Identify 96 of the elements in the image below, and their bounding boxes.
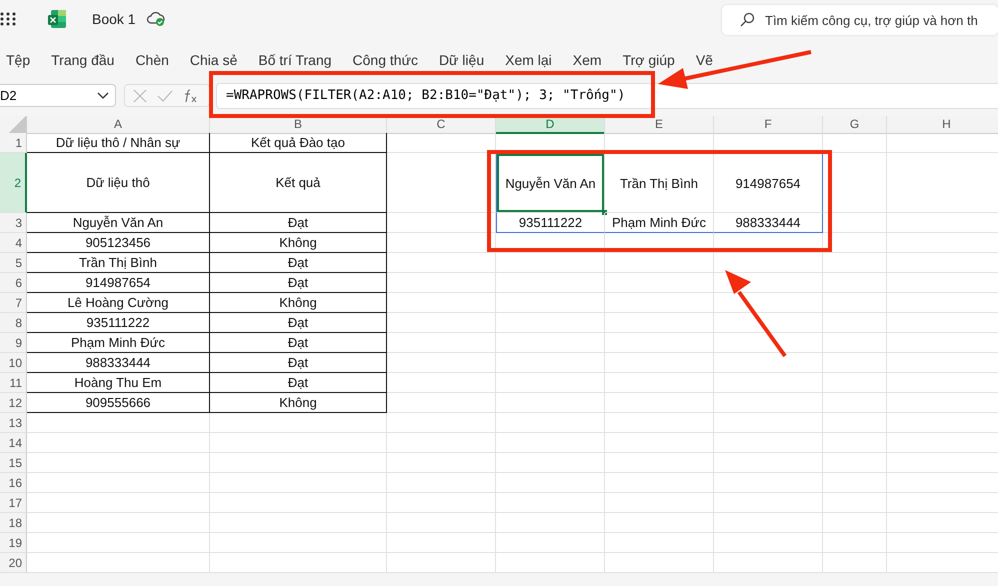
app-launcher-icon[interactable]	[0, 12, 16, 26]
column-header[interactable]: G	[823, 116, 887, 134]
menu-tab[interactable]: Tệp	[6, 50, 30, 70]
row-header[interactable]: 2	[0, 153, 27, 213]
column-header[interactable]: E	[605, 116, 714, 134]
row-header[interactable]: 4	[0, 233, 27, 253]
menu-tab[interactable]: Trang đầu	[51, 50, 114, 70]
table-cell: 988333444	[27, 353, 210, 373]
menu-tab[interactable]: Dữ liệu	[438, 50, 484, 70]
empty-cell	[823, 233, 887, 253]
menu-tab[interactable]: Bố trí Trang	[258, 50, 332, 70]
table-cell: Đạt	[210, 353, 387, 373]
table-cell: Đạt	[210, 213, 387, 233]
menu-tab[interactable]: Xem	[572, 50, 602, 70]
table-cell: Đạt	[210, 273, 387, 293]
row-header[interactable]: 10	[0, 353, 27, 373]
empty-cell	[823, 353, 887, 373]
table-cell: Dữ liệu thô / Nhân sự	[27, 133, 210, 153]
row-header[interactable]: 19	[0, 533, 27, 553]
menu-tab[interactable]: Xem lại	[505, 50, 552, 70]
menu-tab[interactable]: Chia sẻ	[190, 50, 238, 70]
table-cell: Hoàng Thu Em	[27, 373, 210, 393]
table-cell: Nguyễn Văn An	[27, 213, 210, 233]
row-header[interactable]: 7	[0, 293, 27, 313]
document-title[interactable]: Book 1	[92, 11, 136, 27]
name-box[interactable]: D2	[0, 84, 116, 107]
table-cell: 988333444	[714, 213, 823, 233]
menu-tab[interactable]: Công thức	[352, 50, 418, 70]
table-cell: Đạt	[210, 253, 387, 273]
row-header[interactable]: 8	[0, 313, 27, 333]
table-cell: Không	[210, 393, 387, 413]
empty-cell	[823, 333, 887, 353]
column-header[interactable]: H	[887, 116, 998, 134]
table-cell: Kết quả Đào tạo	[210, 133, 387, 153]
empty-cell	[823, 293, 887, 313]
empty-cell	[823, 273, 887, 293]
table-cell: Đạt	[210, 313, 387, 333]
table-cell: 914987654	[714, 153, 823, 213]
spreadsheet-logo-icon	[47, 9, 67, 29]
empty-cell	[823, 393, 887, 413]
row-header[interactable]: 6	[0, 273, 27, 293]
menu-tab[interactable]: Vẽ	[696, 50, 713, 70]
empty-cell	[823, 433, 887, 453]
empty-cell	[823, 253, 887, 273]
table-cell: Trần Thị Bình	[605, 153, 714, 213]
column-header[interactable]: B	[210, 116, 387, 134]
chevron-down-icon[interactable]	[97, 92, 109, 100]
table-cell: Không	[210, 293, 387, 313]
table-cell: 909555666	[27, 393, 210, 413]
empty-cell	[823, 373, 887, 393]
table-cell: Dữ liệu thô	[27, 153, 210, 213]
column-header[interactable]: F	[714, 116, 823, 134]
table-cell: 935111222	[27, 313, 210, 333]
empty-cell	[823, 553, 887, 573]
check-icon[interactable]	[157, 90, 173, 102]
empty-cell	[823, 153, 887, 213]
table-cell: Phạm Minh Đức	[27, 333, 210, 353]
row-header[interactable]: 20	[0, 553, 27, 573]
menu-tab[interactable]: Trợ giúp	[622, 50, 675, 70]
menu-tab[interactable]: Chèn	[135, 50, 169, 70]
table-cell: Lê Hoàng Cường	[27, 293, 210, 313]
table-cell: Đạt	[210, 333, 387, 353]
row-header[interactable]: 16	[0, 473, 27, 493]
row-header[interactable]: 17	[0, 493, 27, 513]
row-header[interactable]: 1	[0, 133, 27, 153]
empty-cell	[823, 213, 887, 233]
row-header[interactable]: 11	[0, 373, 27, 393]
table-cell: Không	[210, 233, 387, 253]
row-header[interactable]: 15	[0, 453, 27, 473]
row-header[interactable]: 5	[0, 253, 27, 273]
empty-cell	[823, 453, 887, 473]
column-header[interactable]: A	[27, 116, 210, 134]
row-header[interactable]: 14	[0, 433, 27, 453]
cloud-saved-icon[interactable]	[146, 11, 166, 27]
active-cell[interactable]: Nguyễn Văn An	[496, 153, 605, 213]
table-cell: Kết quả	[210, 153, 387, 213]
search-icon	[739, 12, 755, 28]
empty-cell	[823, 473, 887, 493]
table-cell: Trần Thị Bình	[27, 253, 210, 273]
row-header[interactable]: 3	[0, 213, 27, 233]
empty-cell	[823, 533, 887, 553]
row-header[interactable]: 9	[0, 333, 27, 353]
empty-cell	[823, 493, 887, 513]
empty-cell	[823, 513, 887, 533]
row-header[interactable]: 12	[0, 393, 27, 413]
table-cell: 905123456	[27, 233, 210, 253]
table-cell: Phạm Minh Đức	[605, 213, 714, 233]
row-header[interactable]: 13	[0, 413, 27, 433]
formula-field[interactable]: =WRAPROWS(FILTER(A2:A10; B2:B10="Đạt"); 3; "Trống")	[216, 82, 998, 108]
search-field[interactable]: Tìm kiếm công cụ, trợ giúp và hơn th	[722, 5, 998, 35]
row-header[interactable]: 18	[0, 513, 27, 533]
empty-cell	[823, 313, 887, 333]
table-cell: 935111222	[496, 213, 605, 233]
empty-cell	[823, 413, 887, 433]
table-cell: 914987654	[27, 273, 210, 293]
table-cell: Đạt	[210, 373, 387, 393]
